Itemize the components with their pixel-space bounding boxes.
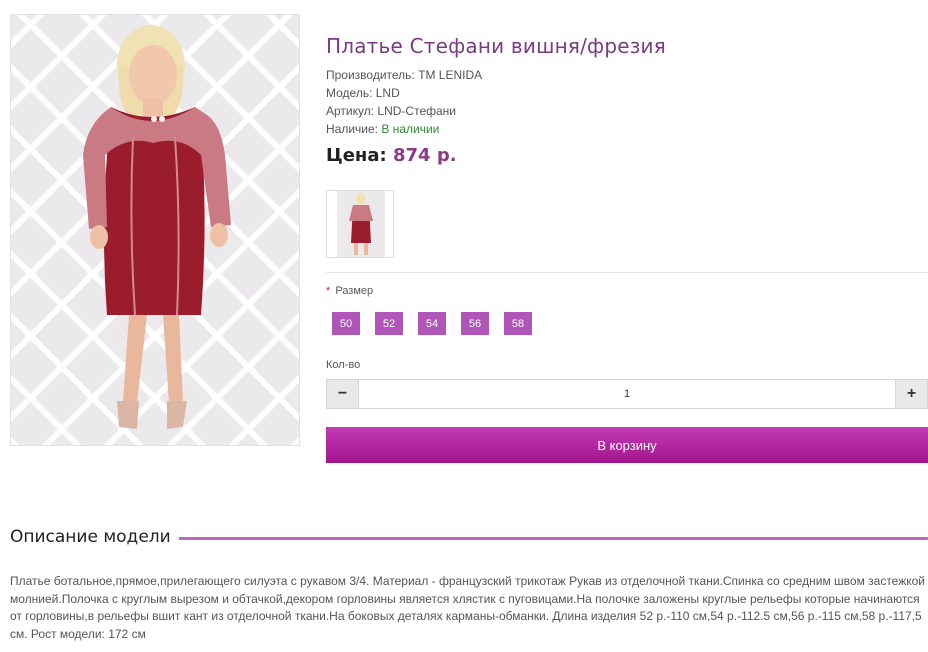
availability-value: В наличии xyxy=(381,122,440,136)
required-mark: * xyxy=(326,285,331,297)
quantity-input[interactable] xyxy=(359,380,895,408)
model-label: Модель: xyxy=(326,86,373,100)
size-option-54[interactable]: 54 xyxy=(418,312,446,335)
price-value: 874 р. xyxy=(392,145,457,166)
size-options: 50 52 54 56 58 xyxy=(332,312,532,335)
thumbnail-photo-icon xyxy=(337,191,385,257)
divider xyxy=(326,272,928,273)
manufacturer-row: Производитель: TM LENIDA xyxy=(326,66,482,84)
price: Цена: 874 р. xyxy=(326,145,457,166)
sku-value: LND-Стефани xyxy=(377,104,457,118)
model-row: Модель: LND xyxy=(326,84,482,102)
model-value: LND xyxy=(375,86,400,100)
price-label: Цена: xyxy=(326,145,387,166)
model-photo-illustration xyxy=(83,25,231,429)
size-label: * Размер xyxy=(326,285,373,297)
quantity-label: Кол-во xyxy=(326,359,361,371)
product-title: Платье Стефани вишня/фрезия xyxy=(326,34,666,58)
size-option-52[interactable]: 52 xyxy=(375,312,403,335)
add-to-cart-button[interactable]: В корзину xyxy=(326,427,928,463)
product-thumbnail[interactable] xyxy=(326,190,394,258)
description-divider xyxy=(176,537,928,540)
quantity-decrement-button[interactable]: − xyxy=(327,380,359,408)
product-meta: Производитель: TM LENIDA Модель: LND Арт… xyxy=(326,66,482,138)
description-text: Платье ботальное,прямое,прилегающего сил… xyxy=(10,574,926,641)
size-option-58[interactable]: 58 xyxy=(504,312,532,335)
size-label-text: Размер xyxy=(335,285,374,297)
availability-label: Наличие: xyxy=(326,122,379,136)
size-option-56[interactable]: 56 xyxy=(461,312,489,335)
quantity-stepper: − + xyxy=(326,379,928,409)
size-option-50[interactable]: 50 xyxy=(332,312,360,335)
manufacturer-label: Производитель: xyxy=(326,68,415,82)
quantity-increment-button[interactable]: + xyxy=(895,380,927,408)
description-heading: Описание модели xyxy=(10,527,179,547)
sku-row: Артикул: LND-Стефани xyxy=(326,102,482,120)
manufacturer-value[interactable]: TM LENIDA xyxy=(418,68,482,82)
sku-label: Артикул: xyxy=(326,104,375,118)
product-main-image[interactable] xyxy=(10,14,300,446)
availability-row: Наличие: В наличии xyxy=(326,120,482,138)
